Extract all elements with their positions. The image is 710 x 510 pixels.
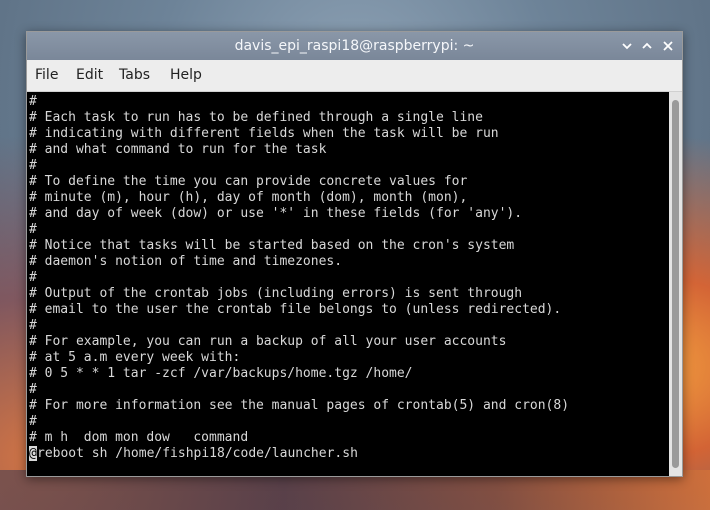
terminal-line: # at 5 a.m every week with: <box>29 350 241 365</box>
terminal-scrollbar[interactable] <box>669 92 682 476</box>
terminal-current-line: @reboot sh /home/fishpi18/code/launcher.… <box>29 446 569 462</box>
terminal-line: # and what command to run for the task <box>29 142 327 157</box>
title-bar[interactable]: davis_epi_raspi18@raspberrypi: ~ <box>27 32 682 60</box>
terminal-line: # <box>29 414 37 429</box>
terminal-line: # Each task to run has to be defined thr… <box>29 110 483 125</box>
terminal-line: # To define the time you can provide con… <box>29 174 468 189</box>
terminal-line: # m h dom mon dow command <box>29 430 249 445</box>
scrollbar-thumb[interactable] <box>672 100 679 468</box>
terminal-output: # # Each task to run has to be defined t… <box>29 94 569 462</box>
terminal-line: # For more information see the manual pa… <box>29 398 570 413</box>
close-icon <box>663 41 673 51</box>
terminal-line: # 0 5 * * 1 tar -zcf /var/backups/home.t… <box>29 366 413 381</box>
terminal-line: # email to the user the crontab file bel… <box>29 302 562 317</box>
window-title: davis_epi_raspi18@raspberrypi: ~ <box>234 38 475 54</box>
terminal-line: # <box>29 382 37 397</box>
close-button[interactable] <box>659 37 677 55</box>
terminal-line: # Output of the crontab jobs (including … <box>29 286 523 301</box>
terminal-line: # daemon's notion of time and timezones. <box>29 254 343 269</box>
terminal-area[interactable]: # # Each task to run has to be defined t… <box>27 92 669 476</box>
terminal-line: # <box>29 222 37 237</box>
terminal-line: # minute (m), hour (h), day of month (do… <box>29 190 468 205</box>
terminal-line: # <box>29 94 37 109</box>
menu-edit[interactable]: Edit <box>76 60 103 91</box>
terminal-current-line-text: reboot sh /home/fishpi18/code/launcher.s… <box>37 446 358 461</box>
terminal-line: # <box>29 318 37 333</box>
minimize-button[interactable] <box>618 37 636 55</box>
menu-file[interactable]: File <box>35 60 58 91</box>
terminal-line: # indicating with different fields when … <box>29 126 499 141</box>
maximize-icon <box>642 42 652 49</box>
maximize-button[interactable] <box>638 37 656 55</box>
terminal-line: # and day of week (dow) or use '*' in th… <box>29 206 523 221</box>
menu-bar: File Edit Tabs Help <box>27 60 682 92</box>
terminal-window: davis_epi_raspi18@raspberrypi: ~ File Ed… <box>26 31 683 477</box>
chevron-down-icon <box>622 43 632 50</box>
terminal-line: # Notice that tasks will be started base… <box>29 238 515 253</box>
terminal-line: # <box>29 158 37 173</box>
menu-tabs[interactable]: Tabs <box>119 60 150 91</box>
text-cursor: @ <box>29 446 37 461</box>
terminal-line: # <box>29 270 37 285</box>
menu-help[interactable]: Help <box>170 60 202 91</box>
terminal-line: # For example, you can run a backup of a… <box>29 334 507 349</box>
